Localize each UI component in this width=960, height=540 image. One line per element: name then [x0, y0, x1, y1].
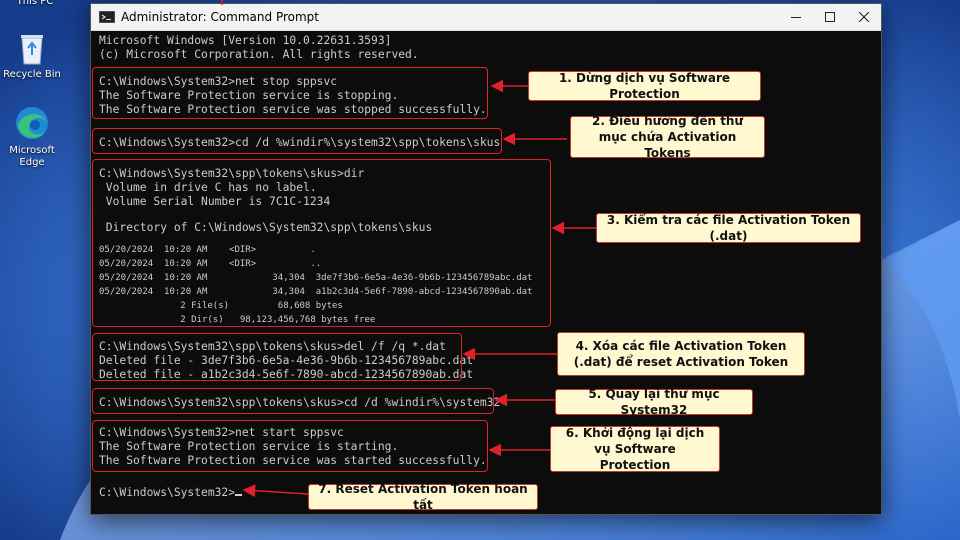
callout-step-5: 5. Quay lại thư mục System32 — [555, 387, 753, 417]
highlight-box-step-6 — [92, 420, 488, 472]
window-title: Administrator: Command Prompt — [121, 10, 319, 24]
highlight-box-step-4 — [92, 333, 462, 381]
maximize-icon — [825, 12, 835, 22]
recycle-bin-icon — [21, 35, 43, 65]
callout-step-7: 7. Reset Activation Token hoàn tất — [308, 482, 538, 512]
close-button[interactable] — [847, 4, 881, 30]
callout-step-4: 4. Xóa các file Activation Token (.dat) … — [557, 332, 805, 376]
desktop-icon-this-pc[interactable]: This PC — [0, 0, 70, 8]
desktop-icon-edge[interactable]: Microsoft Edge — [0, 104, 67, 169]
highlight-box-step-3 — [92, 159, 551, 327]
callout-step-1: 1. Dừng dịch vụ Software Protection — [528, 71, 761, 101]
maximize-button[interactable] — [813, 4, 847, 30]
cmd-app-icon — [99, 11, 115, 23]
edge-icon — [16, 107, 48, 139]
callout-step-3: 3. Kiểm tra các file Activation Token (.… — [596, 213, 861, 243]
callout-step-2: 2. Điều hướng đến thư mục chứa Activatio… — [570, 114, 765, 160]
console-prompt-line[interactable]: C:\Windows\System32> — [99, 486, 243, 500]
minimize-icon — [791, 17, 801, 18]
minimize-button[interactable] — [779, 4, 813, 30]
text-cursor — [235, 494, 243, 496]
console-prompt: C:\Windows\System32> — [99, 486, 236, 499]
console-line: Microsoft Windows [Version 10.0.22631.35… — [99, 34, 392, 47]
desktop-icon-label: Microsoft Edge — [9, 145, 55, 168]
highlight-box-step-5 — [92, 388, 494, 414]
desktop-icon-label: Recycle Bin — [3, 69, 61, 80]
highlight-box-step-2 — [92, 128, 502, 154]
console-line: (c) Microsoft Corporation. All rights re… — [99, 48, 419, 61]
desktop-icon-recycle-bin[interactable]: Recycle Bin — [0, 30, 67, 81]
desktop-icon-label: This PC — [16, 0, 54, 7]
highlight-box-step-1 — [92, 67, 488, 119]
title-bar[interactable]: Administrator: Command Prompt — [91, 4, 881, 31]
close-icon — [859, 12, 869, 22]
callout-step-6: 6. Khởi động lại dịch vụ Software Protec… — [550, 426, 720, 472]
